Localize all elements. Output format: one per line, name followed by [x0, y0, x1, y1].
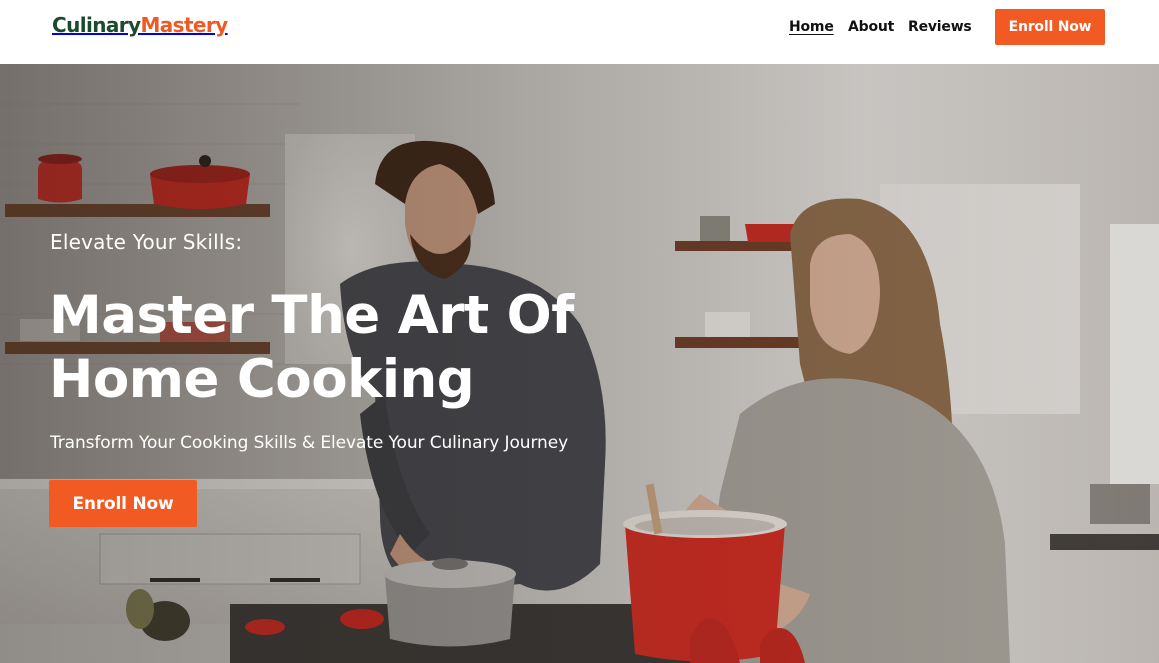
hero-title: Master The Art Of Home Cooking	[49, 285, 574, 410]
header-enroll-button[interactable]: Enroll Now	[995, 9, 1105, 45]
logo-text-mastery: Mastery	[140, 13, 228, 37]
nav-link-about[interactable]: About	[848, 19, 894, 35]
site-header: CulinaryMastery Home About Reviews Enrol…	[0, 0, 1159, 64]
hero-eyebrow: Elevate Your Skills:	[50, 230, 243, 254]
hero-subtitle: Transform Your Cooking Skills & Elevate …	[50, 433, 569, 453]
nav-link-home[interactable]: Home	[789, 19, 834, 35]
logo-text-culinary: Culinary	[52, 13, 141, 37]
hero-section: Elevate Your Skills: Master The Art Of H…	[0, 64, 1159, 663]
hero-enroll-button[interactable]: Enroll Now	[49, 480, 197, 527]
site-logo[interactable]: CulinaryMastery	[52, 13, 228, 37]
nav-link-reviews[interactable]: Reviews	[908, 19, 972, 35]
